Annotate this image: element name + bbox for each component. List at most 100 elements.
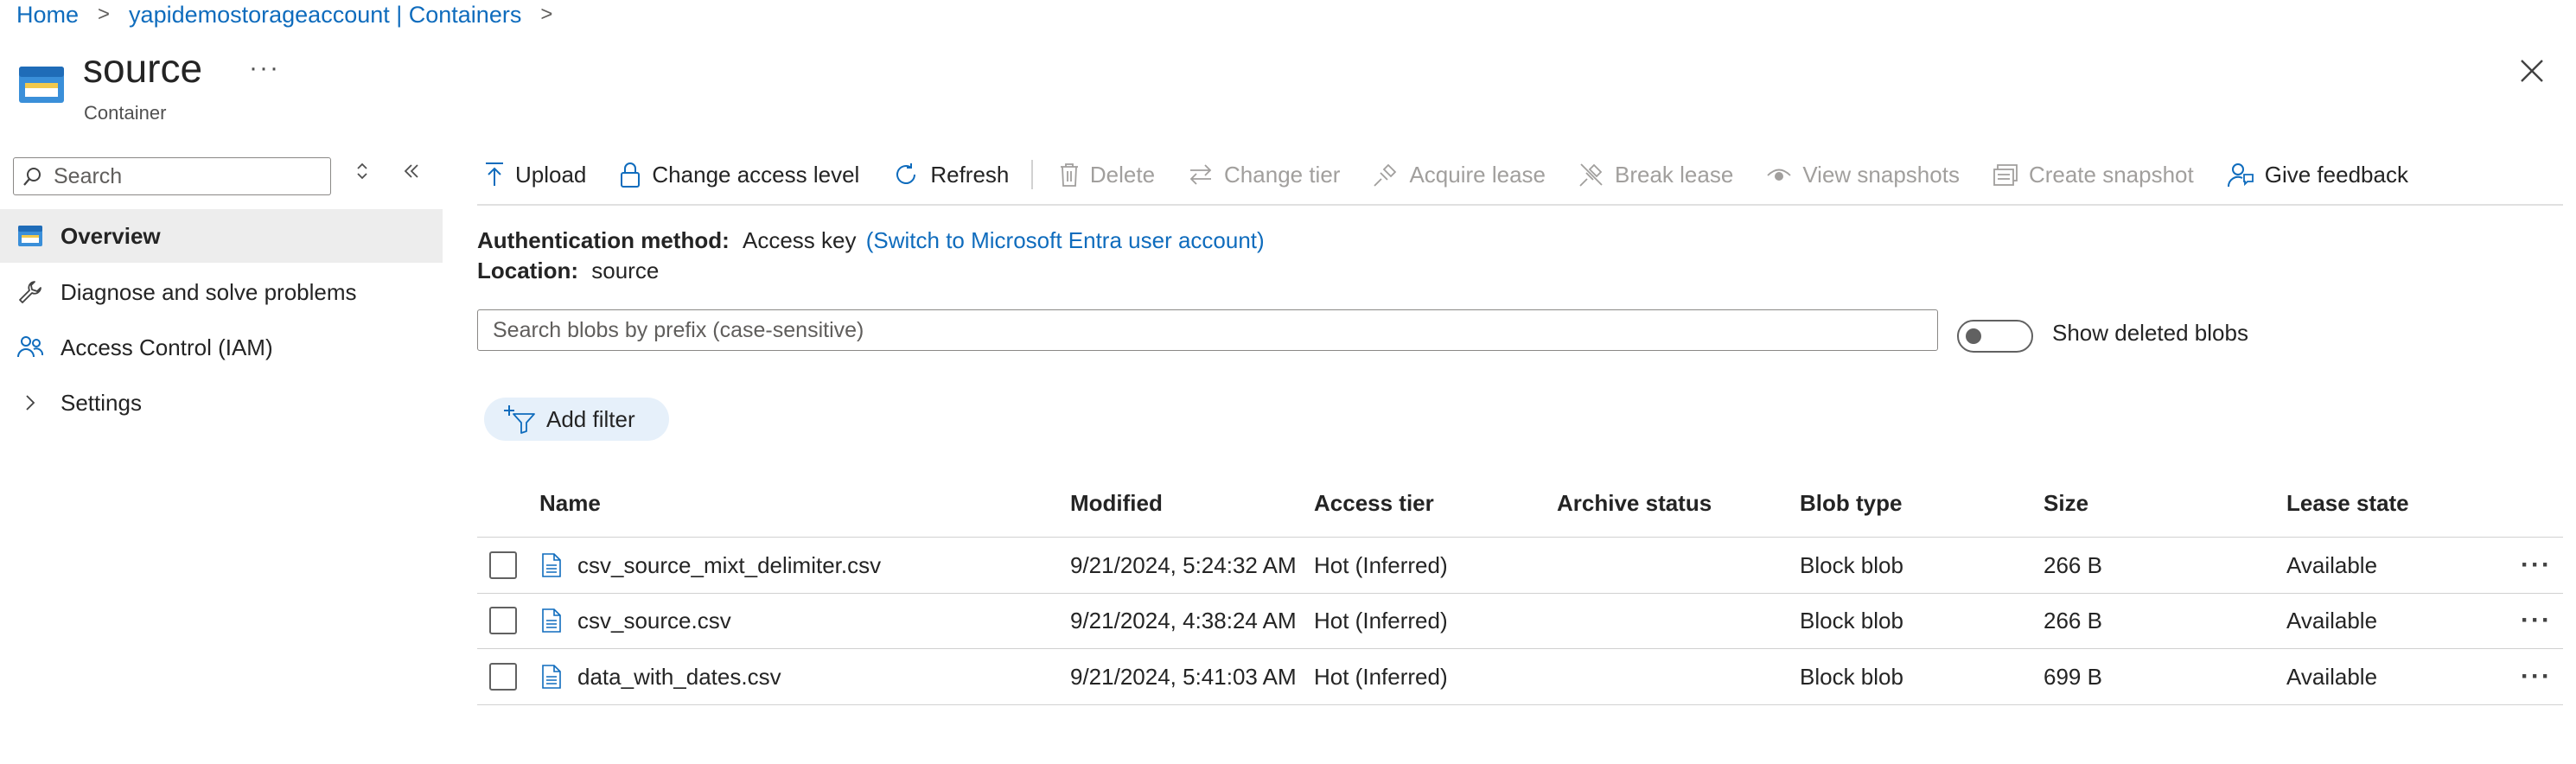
swap-icon bbox=[1189, 164, 1212, 185]
blob-lease-state: Available bbox=[2286, 551, 2378, 578]
blob-modified: 9/21/2024, 4:38:24 AM bbox=[1070, 607, 1297, 633]
more-actions-button[interactable]: ··· bbox=[249, 54, 280, 83]
collapse-icon[interactable] bbox=[401, 161, 422, 181]
breadcrumb-containers[interactable]: yapidemostorageaccount | Containers bbox=[129, 0, 521, 29]
chevron-right-icon: > bbox=[98, 3, 111, 26]
row-more-button[interactable]: ··· bbox=[2521, 649, 2552, 704]
sort-icon[interactable] bbox=[354, 161, 370, 181]
acquire-lease-button[interactable]: Acquire lease bbox=[1373, 162, 1546, 188]
blob-modified: 9/21/2024, 5:24:32 AM bbox=[1070, 551, 1297, 578]
break-lease-label: Break lease bbox=[1615, 161, 1734, 188]
table-row[interactable]: csv_source_mixt_delimiter.csv 9/21/2024,… bbox=[477, 537, 2563, 594]
upload-button[interactable]: Upload bbox=[484, 162, 586, 188]
location: Location: source bbox=[477, 258, 659, 284]
eye-icon bbox=[1767, 169, 1791, 181]
auth-method: Authentication method: Access key (Switc… bbox=[477, 227, 1265, 254]
change-tier-button[interactable]: Change tier bbox=[1188, 162, 1340, 188]
auth-method-label: Authentication method: bbox=[477, 227, 730, 253]
blob-type: Block blob bbox=[1800, 663, 1903, 690]
delete-label: Delete bbox=[1089, 161, 1156, 188]
create-snapshot-button[interactable]: Create snapshot bbox=[1993, 162, 2194, 188]
refresh-button[interactable]: Refresh bbox=[892, 161, 1009, 188]
blob-size: 699 B bbox=[2044, 663, 2102, 690]
sidebar-item-settings[interactable]: Settings bbox=[0, 376, 443, 430]
row-more-button[interactable]: ··· bbox=[2521, 538, 2552, 593]
file-icon bbox=[541, 649, 562, 704]
blob-type: Block blob bbox=[1800, 551, 1903, 578]
feedback-icon bbox=[2227, 163, 2254, 188]
show-deleted-toggle[interactable] bbox=[1957, 320, 2033, 353]
auth-method-value: Access key bbox=[743, 227, 857, 253]
row-checkbox[interactable] bbox=[489, 663, 517, 691]
column-header-access-tier[interactable]: Access tier bbox=[1314, 490, 1434, 517]
add-filter-label: Add filter bbox=[546, 405, 635, 432]
create-snapshot-label: Create snapshot bbox=[2028, 161, 2194, 188]
chevron-right-icon bbox=[16, 388, 45, 417]
sidebar-item-label: Overview bbox=[61, 222, 161, 249]
page-title: source bbox=[83, 46, 203, 91]
breadcrumb: Home > yapidemostorageaccount | Containe… bbox=[16, 0, 552, 29]
view-snapshots-label: View snapshots bbox=[1802, 161, 1960, 188]
blob-lease-state: Available bbox=[2286, 663, 2378, 690]
sidebar-item-label: Settings bbox=[61, 389, 142, 416]
lock-icon bbox=[621, 162, 641, 188]
upload-icon bbox=[486, 162, 503, 186]
sidebar-item-iam[interactable]: Access Control (IAM) bbox=[0, 321, 443, 374]
delete-button[interactable]: Delete bbox=[1059, 162, 1155, 188]
file-icon bbox=[541, 593, 562, 648]
column-header-archive-status[interactable]: Archive status bbox=[1557, 490, 1712, 517]
column-header-size[interactable]: Size bbox=[2044, 490, 2088, 517]
view-snapshots-button[interactable]: View snapshots bbox=[1766, 162, 1960, 188]
upload-label: Upload bbox=[515, 161, 587, 188]
column-header-name[interactable]: Name bbox=[539, 490, 601, 517]
blob-name[interactable]: data_with_dates.csv bbox=[577, 649, 781, 704]
sidebar-tools bbox=[354, 161, 422, 181]
blob-name[interactable]: csv_source.csv bbox=[577, 593, 731, 648]
blob-access-tier: Hot (Inferred) bbox=[1314, 663, 1448, 690]
blob-access-tier: Hot (Inferred) bbox=[1314, 551, 1448, 578]
table-row[interactable]: data_with_dates.csv 9/21/2024, 5:41:03 A… bbox=[477, 649, 2563, 705]
blob-lease-state: Available bbox=[2286, 607, 2378, 633]
blob-search-input[interactable]: Search blobs by prefix (case-sensitive) bbox=[477, 309, 1938, 351]
row-checkbox[interactable] bbox=[489, 551, 517, 579]
switch-auth-link[interactable]: (Switch to Microsoft Entra user account) bbox=[866, 227, 1265, 253]
acquire-lease-label: Acquire lease bbox=[1409, 161, 1546, 188]
table-row[interactable]: csv_source.csv 9/21/2024, 4:38:24 AM Hot… bbox=[477, 593, 2563, 649]
sidebar-item-diagnose[interactable]: Diagnose and solve problems bbox=[0, 265, 443, 319]
toolbar-divider bbox=[1031, 160, 1033, 189]
blob-type: Block blob bbox=[1800, 607, 1903, 633]
toolbar-divider-line bbox=[477, 204, 2563, 206]
breadcrumb-home[interactable]: Home bbox=[16, 0, 79, 29]
refresh-label: Refresh bbox=[930, 161, 1010, 188]
give-feedback-button[interactable]: Give feedback bbox=[2227, 161, 2408, 188]
column-header-blob-type[interactable]: Blob type bbox=[1800, 490, 1902, 517]
sidebar-search-input[interactable]: Search bbox=[13, 157, 331, 195]
give-feedback-label: Give feedback bbox=[2264, 161, 2408, 188]
break-lease-icon bbox=[1579, 163, 1603, 187]
toggle-knob bbox=[1966, 328, 1981, 344]
blob-size: 266 B bbox=[2044, 551, 2102, 578]
chevron-right-icon: > bbox=[540, 3, 553, 26]
change-access-level-button[interactable]: Change access level bbox=[619, 161, 859, 188]
container-icon bbox=[19, 67, 64, 103]
sidebar-search-placeholder: Search bbox=[54, 163, 123, 188]
sidebar-item-label: Diagnose and solve problems bbox=[61, 278, 357, 305]
row-checkbox[interactable] bbox=[489, 607, 517, 634]
column-header-lease-state[interactable]: Lease state bbox=[2286, 490, 2409, 517]
file-icon bbox=[541, 538, 562, 593]
break-lease-button[interactable]: Break lease bbox=[1578, 162, 1733, 188]
wrench-icon bbox=[16, 277, 45, 307]
close-icon[interactable] bbox=[2518, 57, 2546, 85]
blob-name[interactable]: csv_source_mixt_delimiter.csv bbox=[577, 538, 881, 593]
row-more-button[interactable]: ··· bbox=[2521, 593, 2552, 648]
sidebar-item-overview[interactable]: Overview bbox=[0, 209, 443, 263]
page-subtitle: Container bbox=[84, 102, 167, 124]
lease-icon bbox=[1374, 163, 1397, 187]
add-filter-icon bbox=[504, 405, 535, 434]
show-deleted-label: Show deleted blobs bbox=[2052, 320, 2248, 346]
container-icon bbox=[16, 221, 45, 251]
add-filter-button[interactable]: Add filter bbox=[484, 398, 669, 441]
column-header-modified[interactable]: Modified bbox=[1070, 490, 1163, 517]
refresh-icon bbox=[896, 163, 916, 184]
blob-modified: 9/21/2024, 5:41:03 AM bbox=[1070, 663, 1297, 690]
